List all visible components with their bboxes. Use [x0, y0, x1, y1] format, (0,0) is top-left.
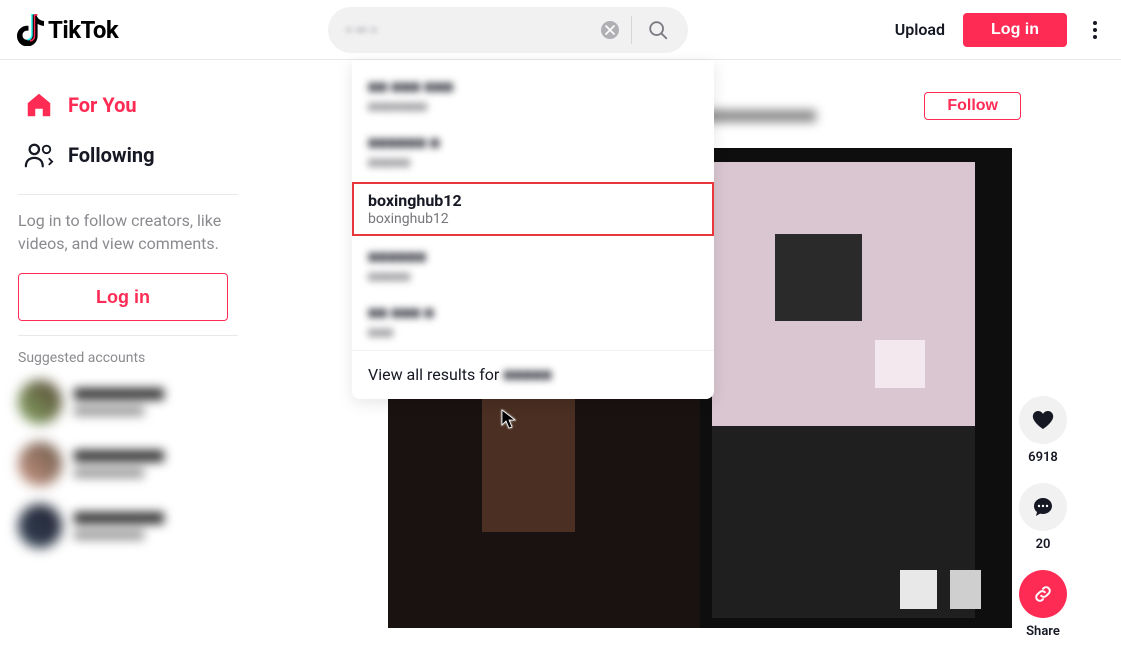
heart-icon — [1031, 408, 1055, 432]
nav-label: For You — [68, 93, 137, 117]
comment-button[interactable] — [1019, 483, 1067, 531]
suggestion-title: ■■■■■■ — [368, 247, 698, 267]
suggestion-subtitle: ■■■ — [368, 324, 698, 341]
view-all-label: View all results for — [368, 365, 499, 384]
close-icon — [605, 25, 615, 35]
search-input[interactable] — [346, 21, 601, 39]
comment-icon — [1031, 495, 1055, 519]
comment-count: 20 — [1036, 537, 1051, 552]
search-suggestion[interactable]: ■■■■■■ ■■■■■ — [352, 238, 714, 294]
follow-button[interactable]: Follow — [924, 92, 1021, 120]
avatar — [18, 380, 62, 424]
login-button-header[interactable]: Log in — [963, 13, 1067, 47]
search-icon — [647, 19, 669, 41]
suggestion-title: boxinghub12 — [368, 191, 698, 210]
search-box[interactable] — [328, 7, 688, 53]
suggested-accounts-title: Suggested accounts — [18, 350, 340, 366]
nav-following[interactable]: Following — [18, 130, 340, 180]
search-suggestion[interactable]: ■■■■■■ ■ ■■■■■ — [352, 124, 714, 180]
more-menu-button[interactable] — [1085, 17, 1105, 43]
cursor-icon — [500, 408, 518, 430]
link-icon — [1032, 583, 1054, 605]
comment-action: 20 — [1019, 483, 1067, 552]
search-button[interactable] — [636, 8, 680, 52]
account-info — [74, 512, 164, 540]
view-all-query: ■■■■■ — [503, 365, 551, 385]
search-suggestion[interactable]: ■■ ■■■ ■ ■■■ — [352, 294, 714, 350]
search-suggestion-highlighted[interactable]: boxinghub12 boxinghub12 — [352, 182, 714, 236]
avatar — [18, 504, 62, 548]
dot-icon — [1093, 21, 1097, 25]
home-icon — [24, 90, 54, 120]
suggestion-subtitle: boxinghub12 — [368, 211, 698, 227]
nav-label: Following — [68, 143, 155, 167]
like-button[interactable] — [1019, 396, 1067, 444]
suggestion-title: ■■ ■■■ ■ — [368, 303, 698, 323]
suggestion-title: ■■■■■■ ■ — [368, 133, 698, 153]
suggestion-subtitle: ■■■■■■■ — [368, 98, 698, 115]
video-actions: 6918 20 Share — [1019, 396, 1067, 651]
header: TikTok Upload Log in — [0, 0, 1121, 60]
search-dropdown: ■■ ■■■ ■■■ ■■■■■■■ ■■■■■■ ■ ■■■■■ boxing… — [352, 60, 714, 399]
search-container — [328, 7, 688, 53]
dot-icon — [1093, 35, 1097, 39]
logo-text: TikTok — [48, 16, 118, 44]
account-info — [74, 450, 164, 478]
suggestion-subtitle: ■■■■■ — [368, 268, 698, 285]
suggestion-subtitle: ■■■■■ — [368, 154, 698, 171]
view-all-results[interactable]: View all results for ■■■■■ — [352, 350, 714, 399]
header-right: Upload Log in — [895, 13, 1105, 47]
tiktok-logo-icon — [16, 14, 44, 46]
following-icon — [24, 140, 54, 170]
share-action: Share — [1019, 570, 1067, 639]
suggestion-title: ■■ ■■■ ■■■ — [368, 77, 698, 97]
login-prompt-text: Log in to follow creators, like videos, … — [18, 209, 228, 255]
suggested-account[interactable] — [18, 442, 340, 486]
search-separator — [631, 16, 632, 44]
like-action: 6918 — [1019, 396, 1067, 465]
clear-search-button[interactable] — [601, 21, 619, 39]
like-count: 6918 — [1028, 450, 1058, 465]
divider — [18, 194, 238, 195]
dot-icon — [1093, 28, 1097, 32]
sidebar: For You Following Log in to follow creat… — [0, 60, 340, 586]
divider — [18, 335, 238, 336]
share-button[interactable] — [1019, 570, 1067, 618]
login-button-sidebar[interactable]: Log in — [18, 273, 228, 321]
logo[interactable]: TikTok — [16, 14, 118, 46]
nav-for-you[interactable]: For You — [18, 80, 340, 130]
share-label: Share — [1026, 624, 1060, 639]
suggested-account[interactable] — [18, 504, 340, 548]
suggested-account[interactable] — [18, 380, 340, 424]
search-suggestion[interactable]: ■■ ■■■ ■■■ ■■■■■■■ — [352, 68, 714, 124]
account-info — [74, 388, 164, 416]
avatar — [18, 442, 62, 486]
upload-link[interactable]: Upload — [895, 20, 945, 39]
